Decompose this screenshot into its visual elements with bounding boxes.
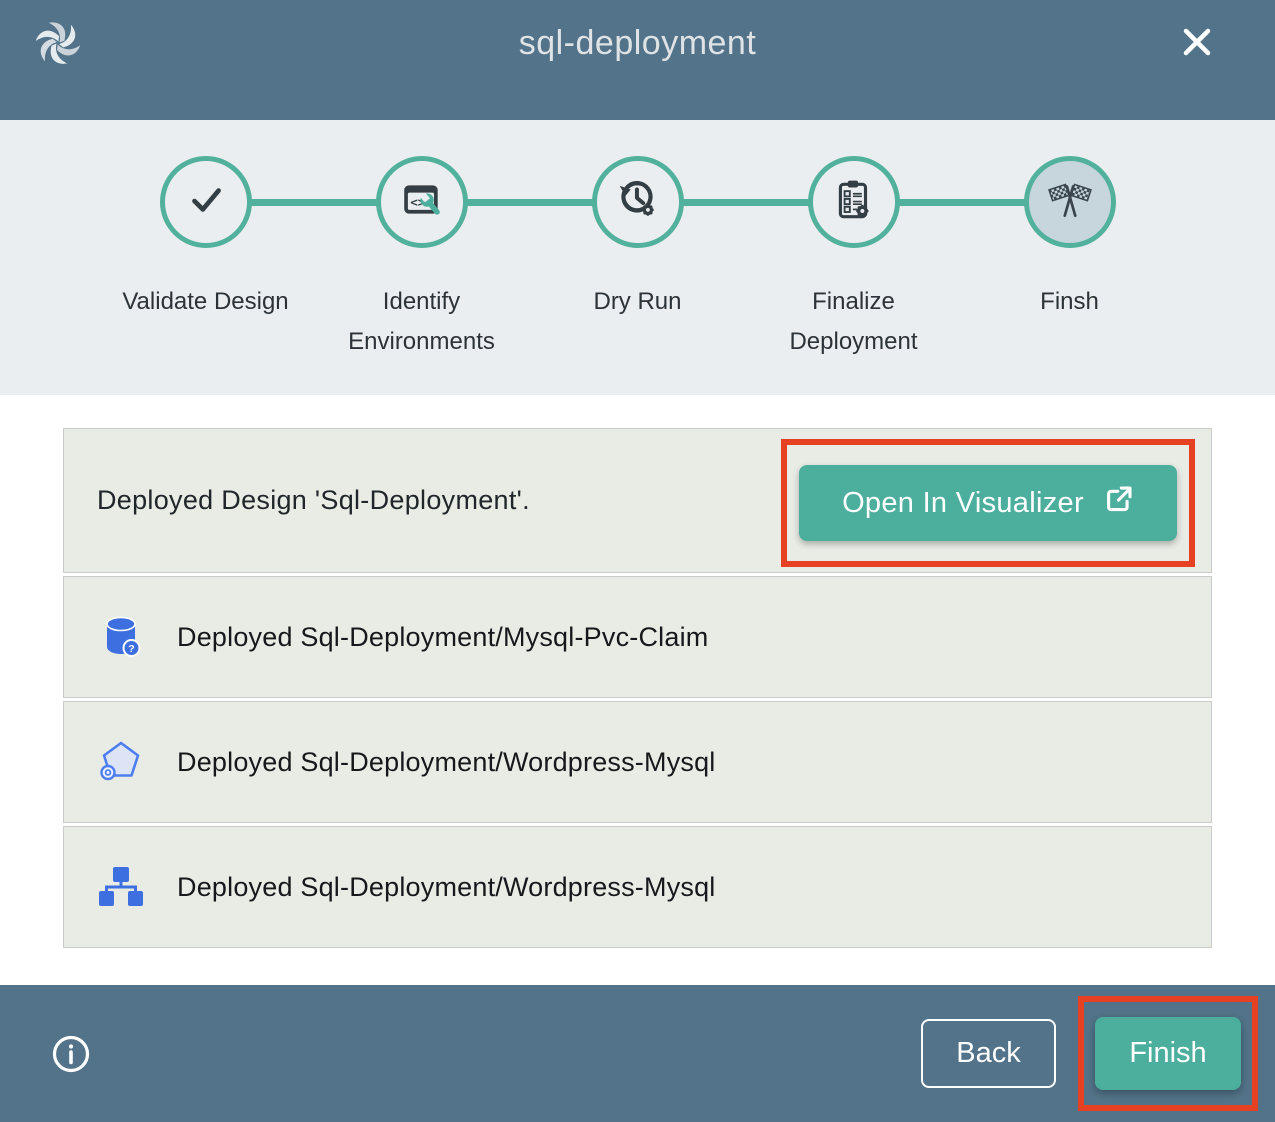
pentagon-node-icon bbox=[97, 738, 145, 786]
deployed-design-text: Deployed Design 'Sql-Deployment'. bbox=[97, 485, 530, 516]
step-label: Identify Environments bbox=[322, 282, 522, 362]
deployment-results: Deployed Design 'Sql-Deployment'. Open I… bbox=[0, 395, 1275, 985]
red-highlight-box: Open In Visualizer bbox=[781, 439, 1195, 567]
step-circle-identify: <> bbox=[376, 156, 468, 248]
step-label: Validate Design bbox=[122, 282, 288, 322]
step-circle-finish bbox=[1024, 156, 1116, 248]
deployed-design-row: Deployed Design 'Sql-Deployment'. Open I… bbox=[63, 428, 1212, 573]
red-highlight-box-finish: Finish bbox=[1078, 996, 1258, 1111]
modal-header: sql-deployment bbox=[0, 0, 1275, 120]
checkered-flags-icon bbox=[1047, 177, 1093, 228]
external-link-icon bbox=[1104, 484, 1134, 522]
check-icon bbox=[183, 177, 229, 228]
step-label: Finsh bbox=[1040, 282, 1099, 322]
history-gear-icon bbox=[615, 177, 661, 228]
step-dry-run: Dry Run bbox=[530, 156, 746, 362]
meshery-pinwheel-logo bbox=[30, 14, 86, 70]
open-in-visualizer-label: Open In Visualizer bbox=[842, 487, 1084, 520]
svg-text:?: ? bbox=[128, 643, 134, 655]
result-row-text: Deployed Sql-Deployment/Wordpress-Mysql bbox=[177, 872, 716, 903]
database-icon: ? bbox=[97, 613, 145, 661]
info-icon[interactable] bbox=[50, 1033, 92, 1075]
step-circle-dry-run bbox=[592, 156, 684, 248]
step-circle-finalize bbox=[808, 156, 900, 248]
hierarchy-icon bbox=[97, 863, 145, 911]
clipboard-gear-icon bbox=[831, 177, 877, 228]
page-title: sql-deployment bbox=[519, 24, 757, 63]
close-icon[interactable] bbox=[1177, 22, 1217, 62]
result-row-wordpress-mysql: Deployed Sql-Deployment/Wordpress-Mysql bbox=[63, 701, 1212, 823]
result-row-text: Deployed Sql-Deployment/Wordpress-Mysql bbox=[177, 747, 716, 778]
back-button[interactable]: Back bbox=[921, 1019, 1056, 1088]
deployment-wizard-modal: sql-deployment Validate bbox=[0, 0, 1275, 1122]
step-identify-environments: <> Identify Environments bbox=[314, 156, 530, 362]
step-finish: Finsh bbox=[962, 156, 1178, 362]
step-label: Finalize Deployment bbox=[754, 282, 954, 362]
code-wrench-icon: <> bbox=[399, 177, 445, 228]
step-finalize-deployment: Finalize Deployment bbox=[746, 156, 962, 362]
step-circle-validate bbox=[160, 156, 252, 248]
open-in-visualizer-button[interactable]: Open In Visualizer bbox=[799, 465, 1177, 541]
result-row-text: Deployed Sql-Deployment/Mysql-Pvc-Claim bbox=[177, 622, 708, 653]
step-validate-design: Validate Design bbox=[98, 156, 314, 362]
wizard-stepper: Validate Design <> bbox=[0, 120, 1275, 395]
modal-footer: Back Finish bbox=[0, 985, 1275, 1122]
result-row-pvc-claim: ? Deployed Sql-Deployment/Mysql-Pvc-Clai… bbox=[63, 576, 1212, 698]
result-row-wordpress-mysql-2: Deployed Sql-Deployment/Wordpress-Mysql bbox=[63, 826, 1212, 948]
step-label: Dry Run bbox=[593, 282, 681, 322]
finish-button[interactable]: Finish bbox=[1095, 1017, 1241, 1090]
